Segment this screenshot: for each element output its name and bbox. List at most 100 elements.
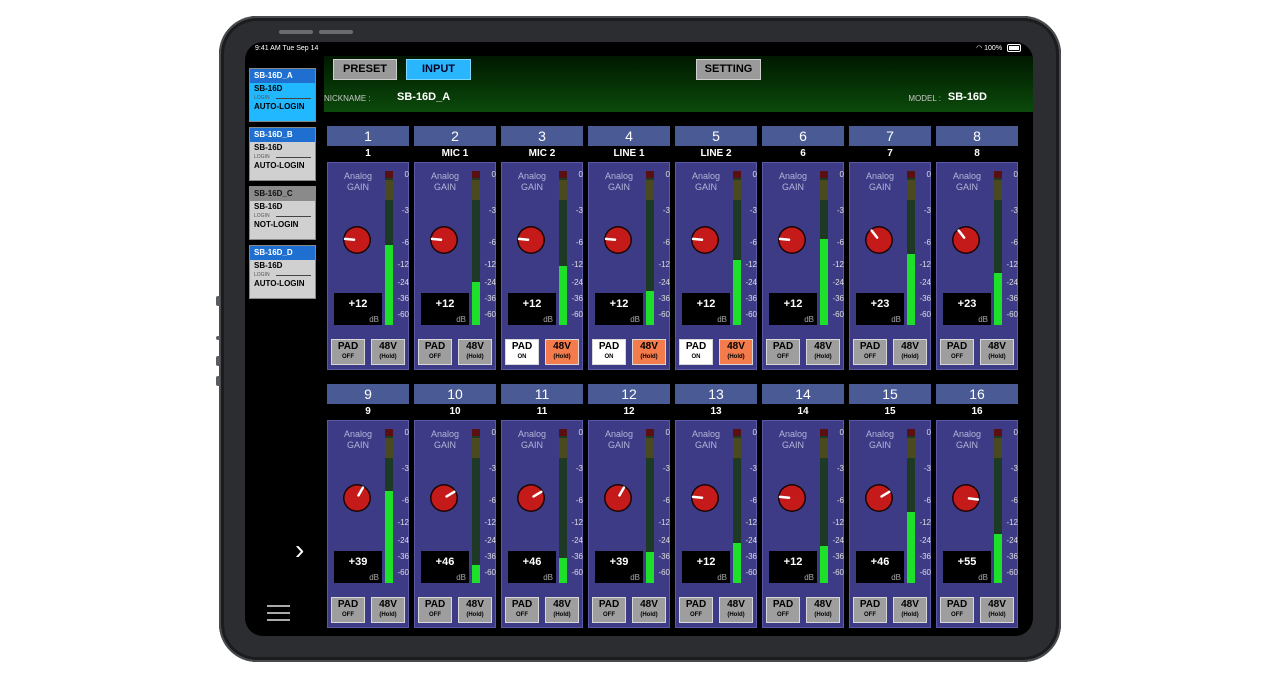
gain-display[interactable]: +39 dB: [595, 551, 643, 583]
phantom-button[interactable]: 48V (Hold): [893, 597, 927, 623]
gain-knob[interactable]: [603, 225, 633, 255]
gain-display[interactable]: +46 dB: [856, 551, 904, 583]
device-login-state: NOT-LOGIN: [254, 220, 299, 229]
gain-display[interactable]: +12 dB: [334, 293, 382, 325]
channel-strip: 16 16 Analog GAIN +55 dB 0 -3 -6 -12 -24 -36 -60 PAD…: [936, 384, 1018, 628]
gain-display[interactable]: +23 dB: [943, 293, 991, 325]
gain-display[interactable]: +12 dB: [508, 293, 556, 325]
device-card[interactable]: SB-16D_D SB-16D LOGIN AUTO-LOGIN: [249, 245, 316, 299]
channel-strip: 11 11 Analog GAIN +46 dB 0 -3 -6 -12 -24 -36 -60 PAD…: [501, 384, 583, 628]
tab-setting[interactable]: SETTING: [696, 59, 761, 80]
main-panel: PRESET INPUT SETTING NICKNAME : SB-16D_A…: [324, 56, 1033, 636]
meter-warn: [994, 438, 1002, 458]
channel-number: 9: [327, 384, 409, 404]
phantom-button[interactable]: 48V (Hold): [719, 597, 753, 623]
phantom-button[interactable]: 48V (Hold): [632, 597, 666, 623]
gain-knob[interactable]: [864, 225, 894, 255]
gain-knob[interactable]: [690, 225, 720, 255]
phantom-button[interactable]: 48V (Hold): [980, 597, 1014, 623]
gain-knob[interactable]: [429, 225, 459, 255]
scale-tick: -12: [1006, 518, 1018, 527]
phantom-button[interactable]: 48V (Hold): [371, 339, 405, 365]
tab-input[interactable]: INPUT: [406, 59, 471, 80]
menu-icon[interactable]: [267, 605, 290, 622]
phantom-button[interactable]: 48V (Hold): [371, 597, 405, 623]
scale-tick: -36: [832, 294, 844, 303]
gain-display[interactable]: +12 dB: [421, 293, 469, 325]
gain-display[interactable]: +46 dB: [508, 551, 556, 583]
gain-knob[interactable]: [516, 225, 546, 255]
model-label: MODEL :: [908, 94, 941, 103]
channel-number: 11: [501, 384, 583, 404]
gain-knob[interactable]: [603, 483, 633, 513]
gain-knob[interactable]: [864, 483, 894, 513]
phantom-button[interactable]: 48V (Hold): [458, 597, 492, 623]
device-card[interactable]: SB-16D_A SB-16D LOGIN AUTO-LOGIN: [249, 68, 316, 122]
scale-tick: -36: [658, 294, 670, 303]
db-unit: dB: [891, 315, 901, 324]
gain-display[interactable]: +12 dB: [769, 551, 817, 583]
phantom-button[interactable]: 48V (Hold): [545, 597, 579, 623]
phantom-label: 48V: [814, 599, 832, 610]
gain-knob[interactable]: [429, 483, 459, 513]
gain-display[interactable]: +39 dB: [334, 551, 382, 583]
pad-button[interactable]: PAD OFF: [766, 339, 800, 365]
gain-knob[interactable]: [690, 483, 720, 513]
phantom-label: 48V: [727, 341, 745, 352]
level-meter: [733, 429, 741, 583]
device-card[interactable]: SB-16D_B SB-16D LOGIN AUTO-LOGIN: [249, 127, 316, 181]
gain-knob[interactable]: [516, 483, 546, 513]
gain-knob[interactable]: [777, 483, 807, 513]
tab-preset[interactable]: PRESET: [333, 59, 397, 80]
scale-tick: -3: [836, 206, 844, 215]
gain-knob[interactable]: [342, 483, 372, 513]
phantom-sub: (Hold): [379, 354, 397, 360]
pad-button[interactable]: PAD ON: [505, 339, 539, 365]
pad-button[interactable]: PAD ON: [592, 339, 626, 365]
chevron-right-icon[interactable]: ›: [295, 536, 311, 564]
phantom-button[interactable]: 48V (Hold): [806, 339, 840, 365]
gain-value: +46: [522, 556, 542, 568]
pad-button[interactable]: PAD OFF: [766, 597, 800, 623]
gain-label: Analog GAIN: [430, 171, 460, 192]
phantom-button[interactable]: 48V (Hold): [458, 339, 492, 365]
phantom-button[interactable]: 48V (Hold): [632, 339, 666, 365]
pad-button[interactable]: PAD OFF: [331, 597, 365, 623]
device-card[interactable]: SB-16D_C SB-16D LOGIN NOT-LOGIN: [249, 186, 316, 240]
pad-button[interactable]: PAD ON: [679, 339, 713, 365]
phantom-button[interactable]: 48V (Hold): [545, 339, 579, 365]
pad-button[interactable]: PAD OFF: [679, 597, 713, 623]
gain-display[interactable]: +12 dB: [682, 551, 730, 583]
gain-display[interactable]: +12 dB: [595, 293, 643, 325]
gain-display[interactable]: +46 dB: [421, 551, 469, 583]
phantom-label: 48V: [640, 599, 658, 610]
gain-knob[interactable]: [777, 225, 807, 255]
phantom-button[interactable]: 48V (Hold): [980, 339, 1014, 365]
pad-button[interactable]: PAD OFF: [418, 339, 452, 365]
gain-display[interactable]: +55 dB: [943, 551, 991, 583]
gain-display[interactable]: +23 dB: [856, 293, 904, 325]
phantom-button[interactable]: 48V (Hold): [893, 339, 927, 365]
pad-button[interactable]: PAD OFF: [853, 597, 887, 623]
pad-button[interactable]: PAD OFF: [331, 339, 365, 365]
gain-display[interactable]: +12 dB: [682, 293, 730, 325]
pad-button[interactable]: PAD OFF: [940, 597, 974, 623]
phantom-button[interactable]: 48V (Hold): [719, 339, 753, 365]
gain-knob[interactable]: [342, 225, 372, 255]
db-unit: dB: [804, 573, 814, 582]
pad-button[interactable]: PAD OFF: [592, 597, 626, 623]
meter-warn: [559, 438, 567, 458]
meter-fill: [994, 534, 1002, 583]
pad-button[interactable]: PAD OFF: [853, 339, 887, 365]
phantom-button[interactable]: 48V (Hold): [806, 597, 840, 623]
gain-knob[interactable]: [951, 225, 981, 255]
pad-state: OFF: [429, 612, 441, 618]
gain-display[interactable]: +12 dB: [769, 293, 817, 325]
pad-state: OFF: [342, 354, 354, 360]
gain-knob[interactable]: [951, 483, 981, 513]
scale-tick: -36: [397, 294, 409, 303]
pad-button[interactable]: PAD OFF: [940, 339, 974, 365]
scale-tick: -36: [1006, 294, 1018, 303]
pad-button[interactable]: PAD OFF: [418, 597, 452, 623]
pad-button[interactable]: PAD OFF: [505, 597, 539, 623]
